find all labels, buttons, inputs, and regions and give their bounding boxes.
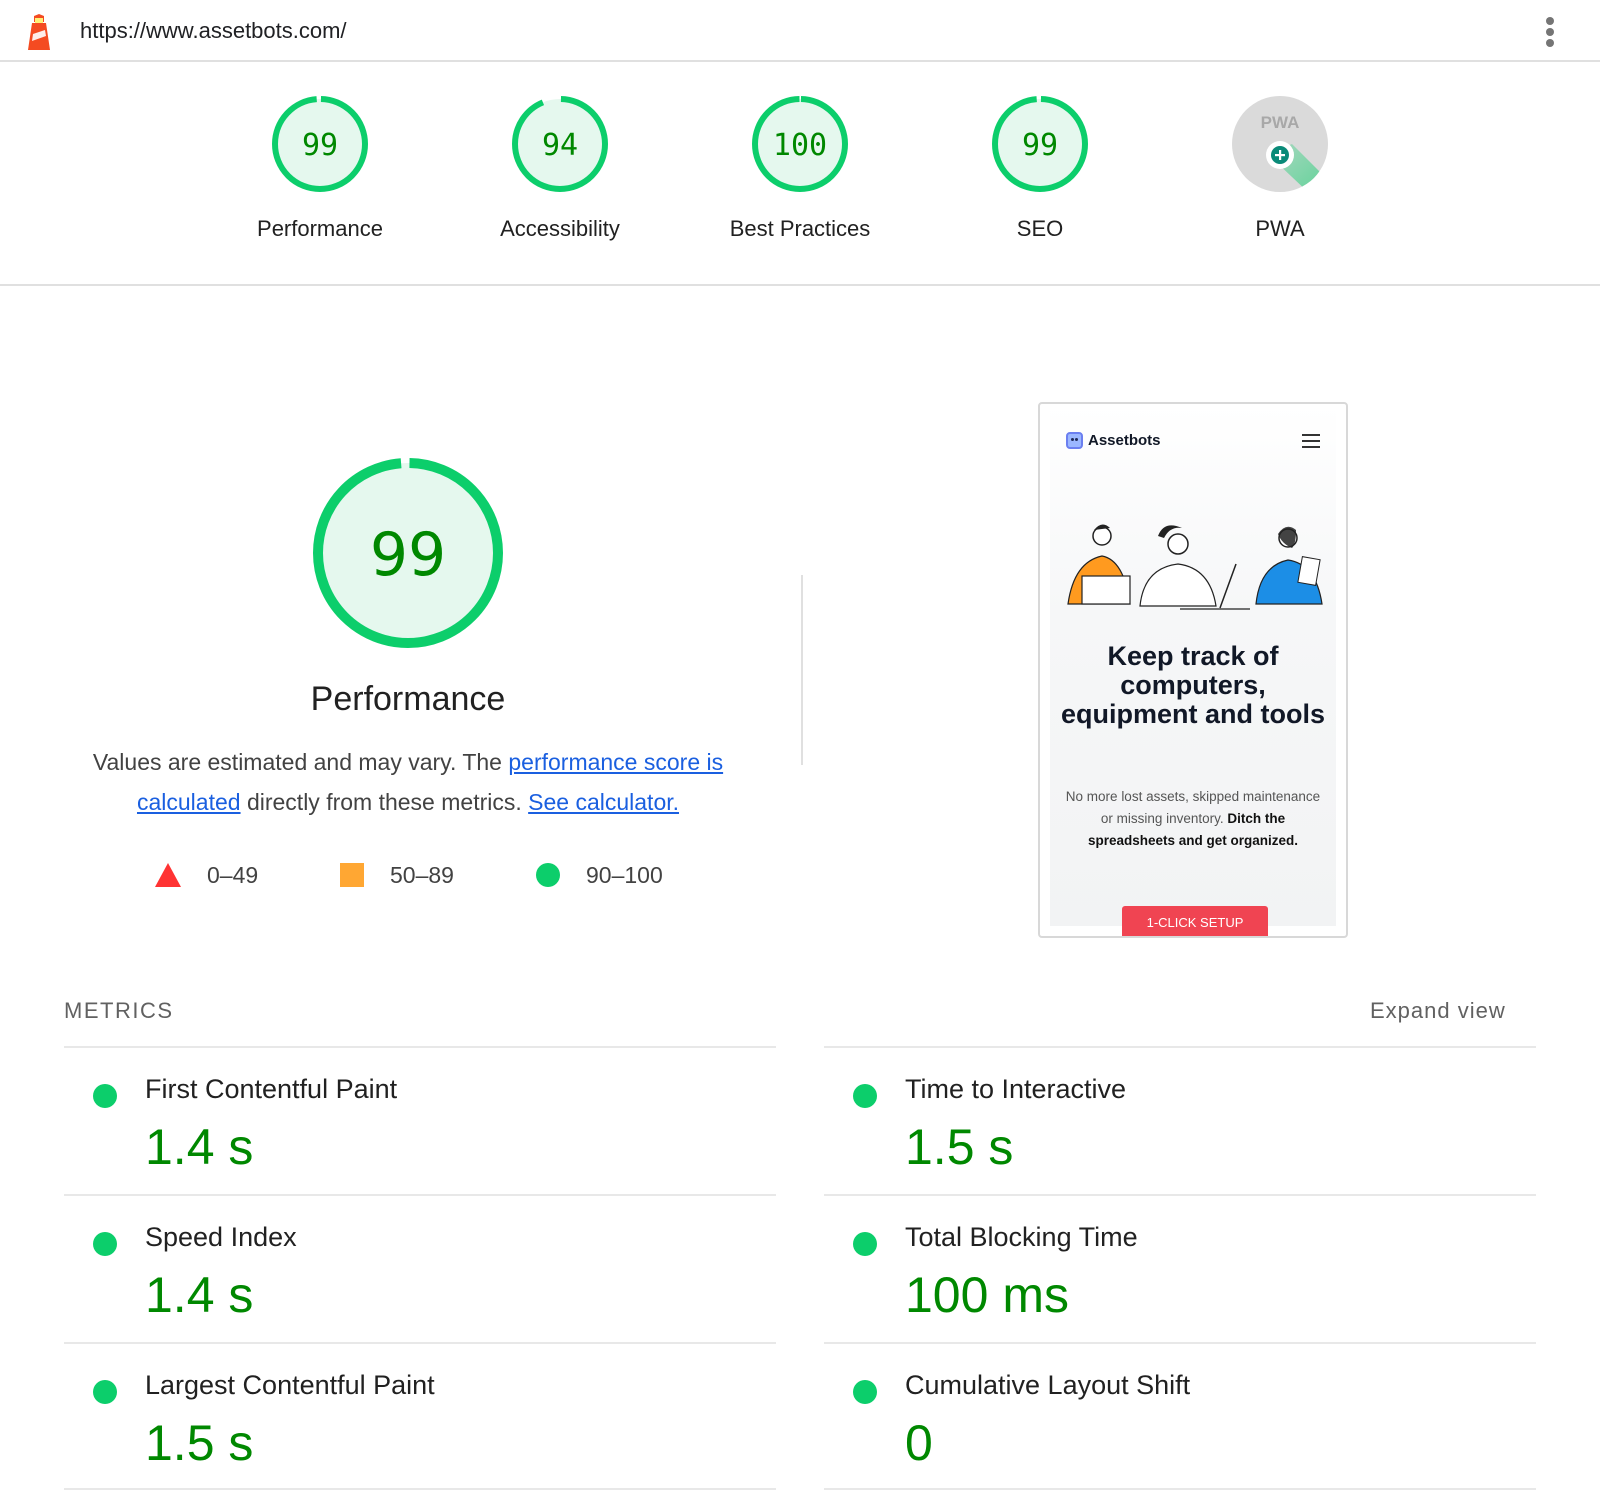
score-ring: 94 [512,96,608,192]
gauge-label: PWA [1255,216,1305,241]
screenshot-body: No more lost assets, skipped maintenance… [1065,789,1321,848]
metric-total-blocking-time: Total Blocking Time 100 ms [824,1194,1536,1342]
legend-average: 50–89 [340,860,454,890]
metric-name: First Contentful Paint [145,1074,398,1104]
pass-circle-icon [93,1084,117,1108]
metric-value: 100 ms [905,1267,1069,1323]
metric-first-contentful-paint: First Contentful Paint 1.4 s [64,1046,776,1194]
pass-circle-icon [853,1232,877,1256]
screenshot-brand: Assetbots [1066,432,1161,449]
kebab-menu-icon[interactable] [1540,14,1560,50]
gauge-label: Accessibility [500,216,620,241]
performance-big-gauge: 99 [313,458,503,648]
gauge-label: Best Practices [729,216,871,241]
pass-circle-icon [93,1380,117,1404]
metric-name: Largest Contentful Paint [145,1370,435,1400]
legend-pass: 90–100 [536,860,663,890]
lighthouse-icon [28,14,50,50]
gauge-score: 99 [302,128,338,163]
metric-time-to-interactive: Time to Interactive 1.5 s [824,1046,1536,1194]
metric-name: Cumulative Layout Shift [905,1370,1191,1400]
metric-cumulative-layout-shift: Cumulative Layout Shift 0 [824,1342,1536,1490]
pass-circle-icon [853,1084,877,1108]
robot-logo-icon [1066,432,1083,449]
metrics-heading: METRICS [64,998,174,1023]
score-ring: 99 [272,96,368,192]
screenshot-page: Assetbots Keep track of computers, equip… [1050,404,1336,936]
metric-speed-index: Speed Index 1.4 s [64,1194,776,1342]
expand-view-button[interactable]: Expand view [1370,998,1506,1024]
metric-value: 1.5 s [145,1415,254,1471]
score-ring: 99 [992,96,1088,192]
gauge-performance[interactable]: 99 Performance [220,94,420,242]
divider [64,1488,776,1490]
metric-name: Total Blocking Time [905,1222,1138,1252]
gauge-seo[interactable]: 99 SEO [940,94,1140,242]
see-calculator-link[interactable]: See calculator. [528,789,679,815]
people-illustration [1067,524,1323,610]
divider [824,1488,1536,1490]
gauge-label: Performance [257,216,383,241]
screenshot-headline: Keep track of computers, equipment and t… [1060,641,1325,729]
metric-value: 1.4 s [145,1119,254,1175]
gauge-label: SEO [1016,216,1064,241]
top-bar: https://www.assetbots.com/ [0,0,1600,62]
square-icon [340,863,364,887]
page-url: https://www.assetbots.com/ [80,18,347,43]
category-gauges: 99 Performance 94 Accessibility 100 Best… [0,62,1600,286]
performance-title: Performance [310,680,506,718]
metric-name: Time to Interactive [905,1074,1127,1104]
gauge-score: 100 [773,128,827,163]
gauge-score: 99 [1022,128,1058,163]
gauge-best-practices[interactable]: 100 Best Practices [700,94,900,242]
metric-largest-contentful-paint: Largest Contentful Paint 1.5 s [64,1342,776,1490]
divider [801,575,803,765]
performance-description: Values are estimated and may vary. The p… [92,749,724,815]
metric-name: Speed Index [145,1222,297,1252]
gauge-pwa[interactable]: PWA PWA [1180,94,1380,242]
svg-text:PWA: PWA [1261,113,1300,132]
metric-value: 1.4 s [145,1267,254,1323]
setup-button: 1-CLICK SETUP [1122,906,1268,936]
circle-icon [536,863,560,887]
pass-circle-icon [853,1380,877,1404]
performance-score: 99 [370,520,446,590]
pass-circle-icon [93,1232,117,1256]
metric-value: 1.5 s [905,1119,1014,1175]
score-ring: 100 [752,96,848,192]
legend-fail: 0–49 [155,860,258,890]
gauge-score: 94 [542,128,578,163]
triangle-icon [155,863,181,887]
pwa-badge-icon: PWA [1232,96,1328,192]
final-screenshot[interactable]: Assetbots Keep track of computers, equip… [1038,402,1348,938]
gauge-accessibility[interactable]: 94 Accessibility [460,94,660,242]
metric-value: 0 [905,1415,933,1471]
hamburger-menu-icon [1302,434,1320,452]
